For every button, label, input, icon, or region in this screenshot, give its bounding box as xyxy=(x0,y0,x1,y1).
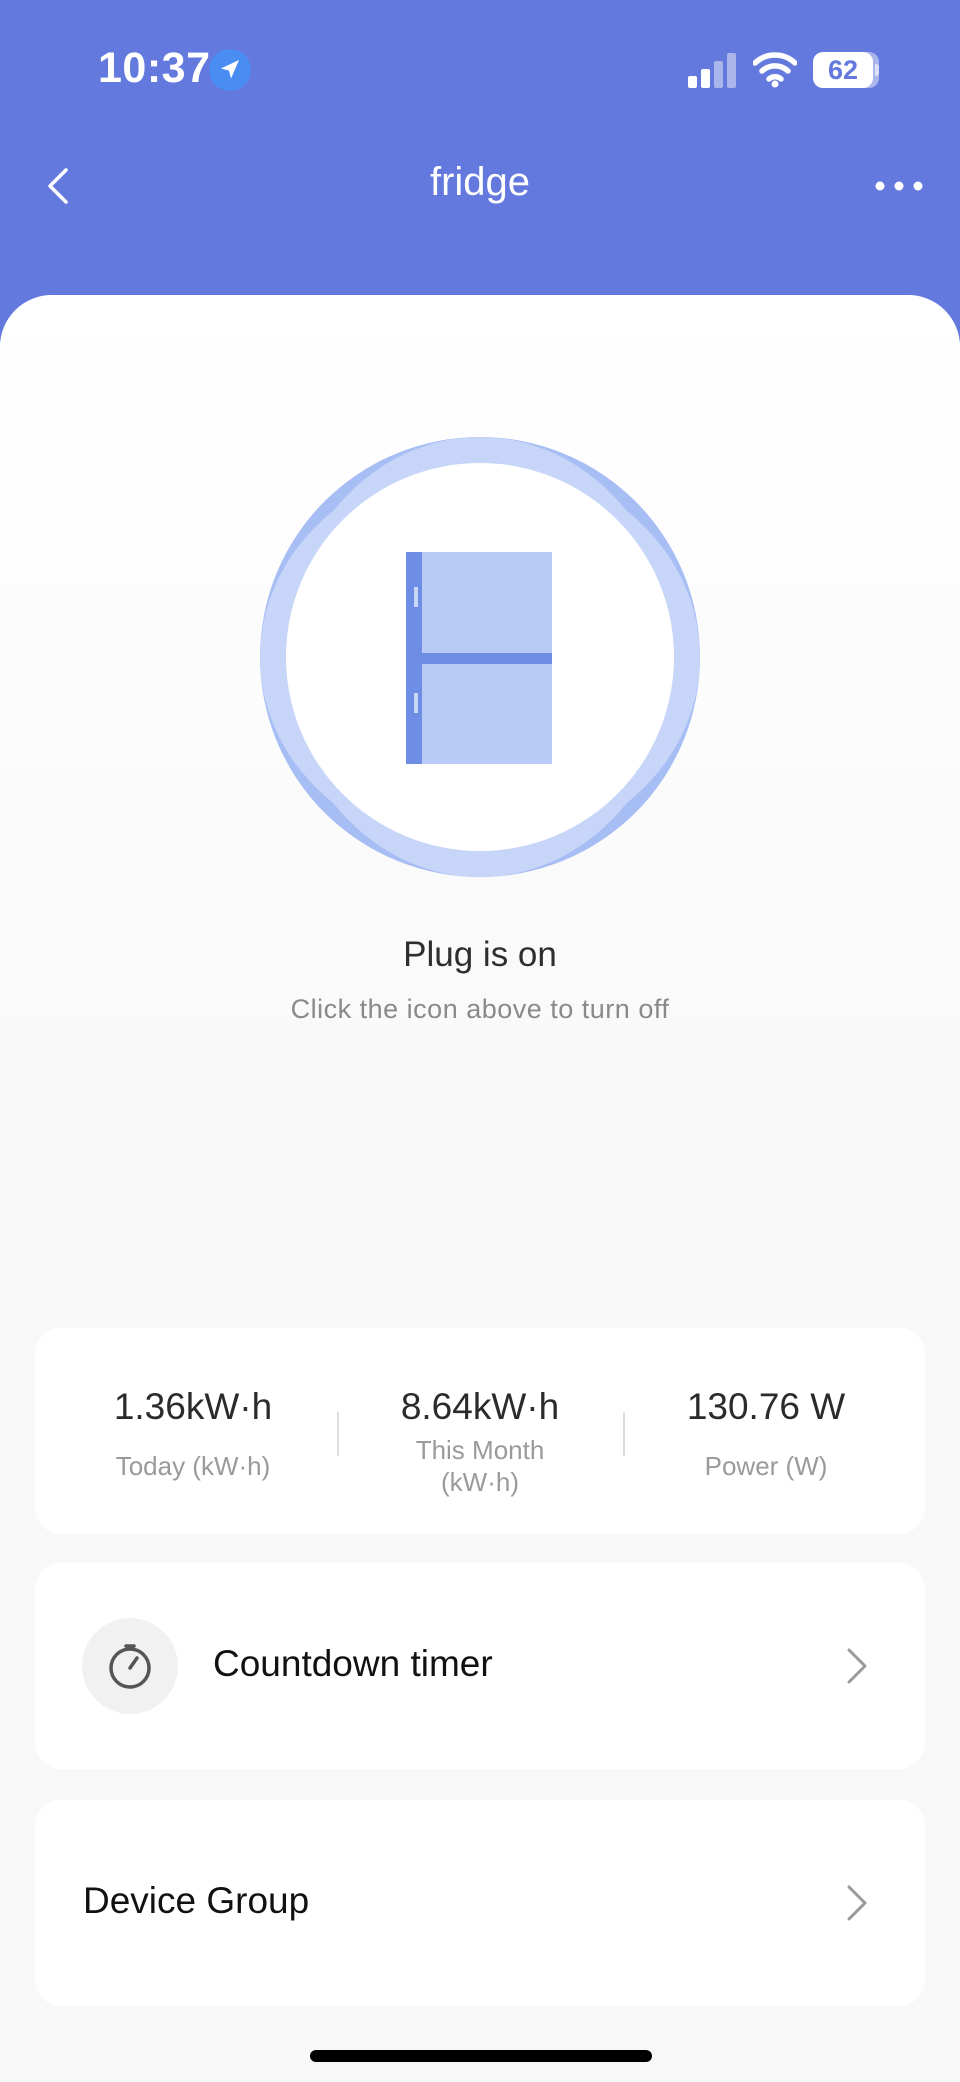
device-group-row[interactable]: Device Group xyxy=(35,1800,925,2006)
stopwatch-icon xyxy=(109,1644,151,1689)
fridge-icon xyxy=(260,437,700,877)
stat-today-label: Today (kW·h) xyxy=(115,1451,271,1481)
plug-status-hint: Click the icon above to turn off xyxy=(290,994,670,1024)
stat-month-label: This Month (kW·h) xyxy=(415,1435,545,1497)
chevron-right-icon xyxy=(847,1885,867,1921)
cellular-signal-icon xyxy=(688,52,738,88)
status-time: 10:37 xyxy=(98,44,211,92)
stat-power-value: 130.76 W xyxy=(686,1386,846,1427)
stat-month-value: 8.64kW·h xyxy=(400,1386,560,1427)
countdown-timer-label: Countdown timer xyxy=(213,1643,493,1684)
page-title: fridge xyxy=(429,160,531,204)
battery-icon: 62 xyxy=(813,52,879,88)
energy-stats-card: 1.36kW·h Today (kW·h) 8.64kW·h This Mont… xyxy=(35,1328,925,1534)
stat-power-label: Power (W) xyxy=(704,1451,828,1481)
countdown-timer-row[interactable]: Countdown timer xyxy=(35,1563,925,1769)
device-group-label: Device Group xyxy=(83,1880,310,1921)
main-content: Plug is on Click the icon above to turn … xyxy=(0,295,960,2082)
location-arrow-icon xyxy=(208,48,252,92)
nav-bar: fridge xyxy=(0,140,960,230)
stopwatch-icon-badge xyxy=(82,1618,178,1714)
wifi-icon xyxy=(752,50,798,88)
stat-today-value: 1.36kW·h xyxy=(113,1386,273,1427)
chevron-right-icon xyxy=(847,1648,867,1684)
more-button[interactable] xyxy=(868,164,932,208)
more-dots-icon xyxy=(875,181,923,191)
status-bar: 10:37 62 xyxy=(0,0,960,140)
battery-level: 62 xyxy=(827,55,859,85)
plug-status-title: Plug is on xyxy=(403,935,557,974)
power-toggle-button[interactable] xyxy=(258,435,702,879)
home-indicator[interactable] xyxy=(310,2050,652,2062)
